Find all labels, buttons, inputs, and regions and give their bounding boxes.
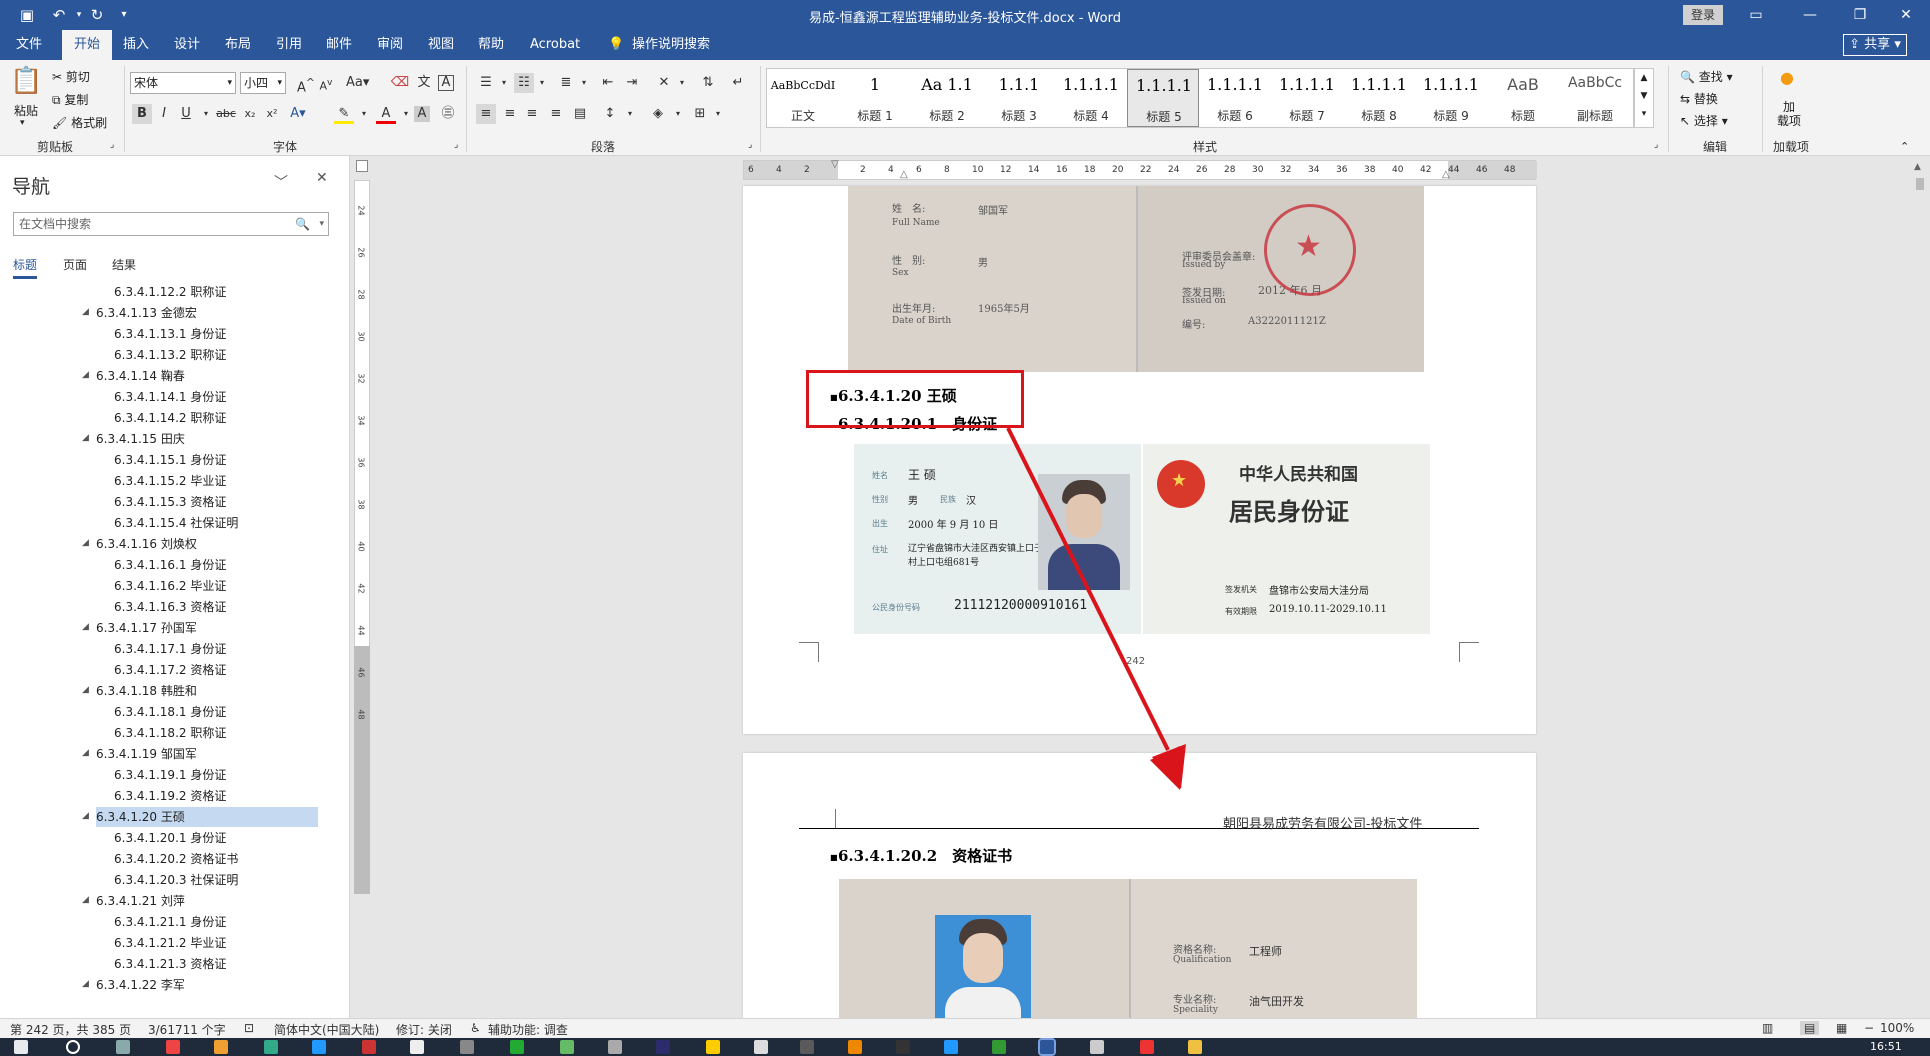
read-mode-icon[interactable]: ▥	[1762, 1021, 1773, 1035]
status-bar: 第 242 页，共 385 页 3/61711 个字 ⊡ 简体中文(中国大陆) …	[0, 1018, 1930, 1038]
app-icon[interactable]	[1140, 1040, 1154, 1054]
app-icon[interactable]	[992, 1040, 1006, 1054]
app-icon[interactable]	[510, 1040, 524, 1054]
accessibility-status[interactable]: 辅助功能: 调查	[488, 1021, 568, 1038]
app-icon[interactable]	[166, 1040, 180, 1054]
app-icon[interactable]	[312, 1040, 326, 1054]
app-icon[interactable]	[560, 1040, 574, 1054]
app-icon[interactable]	[608, 1040, 622, 1054]
app-icon[interactable]	[754, 1040, 768, 1054]
annotation-arrow	[1006, 427, 1186, 790]
app-icon[interactable]	[944, 1040, 958, 1054]
app-icon[interactable]	[896, 1040, 910, 1054]
accessibility-icon: ♿	[470, 1021, 481, 1035]
app-icon[interactable]	[800, 1040, 814, 1054]
proofing-icon[interactable]: ⊡	[244, 1021, 254, 1035]
search-icon[interactable]	[66, 1040, 80, 1054]
app-icon[interactable]	[848, 1040, 862, 1054]
vertical-scrollbar[interactable]: ▲	[1910, 156, 1930, 1018]
app-icon[interactable]	[1090, 1040, 1104, 1054]
track-changes-status[interactable]: 修订: 关闭	[396, 1021, 452, 1038]
task-view-icon[interactable]	[116, 1040, 130, 1054]
zoom-level[interactable]: 100%	[1880, 1021, 1914, 1035]
scroll-thumb[interactable]	[1916, 178, 1924, 190]
app-icon[interactable]	[706, 1040, 720, 1054]
app-icon[interactable]	[460, 1040, 474, 1054]
scroll-up-icon[interactable]: ▲	[1914, 162, 1921, 172]
app-icon[interactable]	[656, 1040, 670, 1054]
taskbar-clock: 16:51	[1870, 1040, 1902, 1053]
zoom-out-icon[interactable]: −	[1864, 1021, 1874, 1035]
word-taskbar-icon[interactable]	[1038, 1038, 1056, 1056]
word-count[interactable]: 3/61711 个字	[148, 1021, 226, 1038]
app-icon[interactable]	[362, 1040, 376, 1054]
print-layout-icon[interactable]: ▤	[1800, 1021, 1820, 1035]
folder-icon[interactable]	[1188, 1040, 1202, 1054]
language[interactable]: 简体中文(中国大陆)	[274, 1021, 379, 1038]
app-icon[interactable]	[410, 1040, 424, 1054]
page-count[interactable]: 第 242 页，共 385 页	[10, 1021, 131, 1038]
web-layout-icon[interactable]: ▦	[1836, 1021, 1847, 1035]
windows-start-icon[interactable]	[14, 1040, 28, 1054]
app-icon[interactable]	[214, 1040, 228, 1054]
taskbar: 16:51	[0, 1038, 1930, 1056]
app-icon[interactable]	[264, 1040, 278, 1054]
